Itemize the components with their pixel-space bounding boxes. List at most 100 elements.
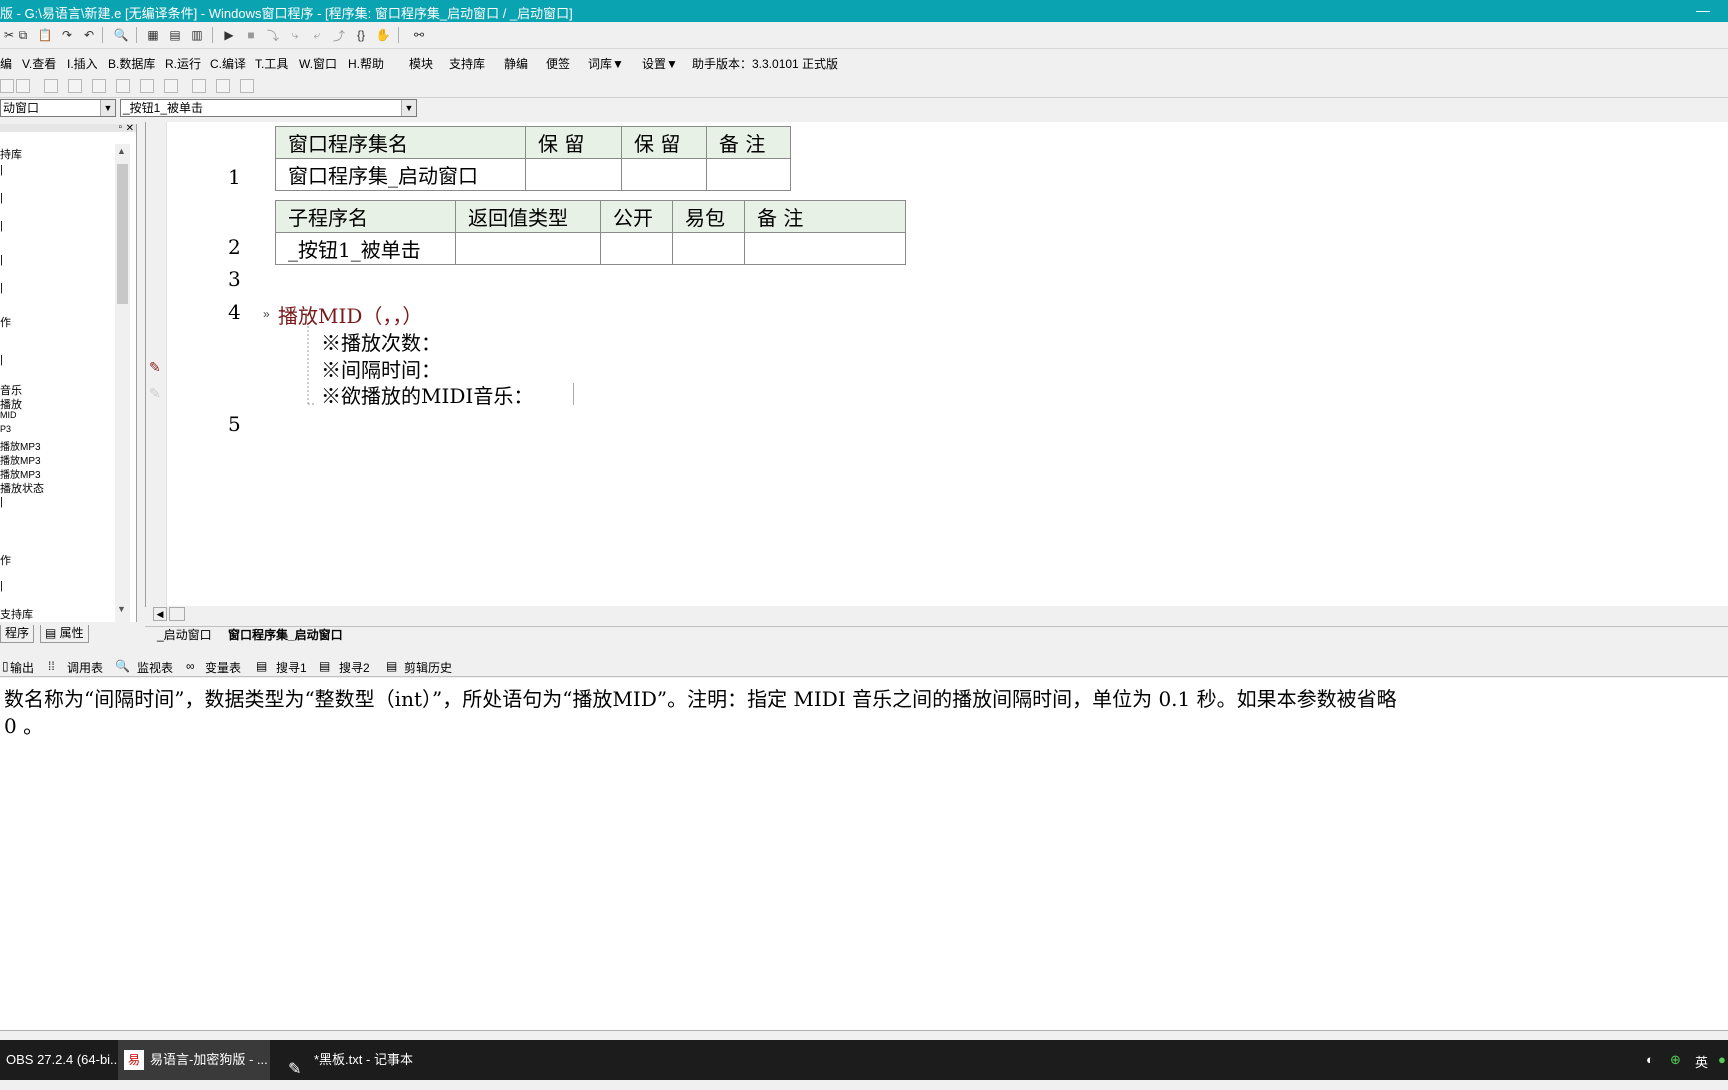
taskbar-item-eyuyan[interactable]: 易 易语言-加密狗版 - ... [118, 1040, 270, 1080]
table-cell[interactable] [672, 232, 745, 265]
size-icon[interactable] [216, 79, 230, 93]
code-statement[interactable]: 播放MID（，，） [278, 300, 422, 329]
scroll-down-icon[interactable]: ▼ [117, 604, 126, 614]
tab-call-table[interactable]: 调用表 [67, 659, 103, 676]
tab-search2[interactable]: 搜寻2 [339, 659, 370, 676]
run-icon[interactable]: ▶ [220, 26, 238, 44]
tree-item[interactable]: 播放MP3 [0, 466, 41, 481]
tray-status-icon[interactable]: ● [1718, 1052, 1726, 1067]
scroll-up-icon[interactable]: ▲ [117, 146, 126, 156]
param-line[interactable]: ※欲播放的MIDI音乐： [321, 380, 533, 409]
minimize-button[interactable]: — [1696, 2, 1710, 18]
table-cell[interactable] [455, 232, 601, 265]
menu-view[interactable]: V.查看 [22, 55, 56, 72]
table-cell[interactable] [600, 232, 673, 265]
layout1-icon[interactable]: ▦ [144, 26, 162, 44]
tab-startup-window[interactable]: _启动窗口 [151, 628, 218, 643]
param-line[interactable]: ※间隔时间： [321, 354, 441, 383]
menu-help[interactable]: H.帮助 [348, 55, 384, 72]
menu-module[interactable]: 模块 [409, 55, 433, 72]
tray-app-icon[interactable]: ◐ [1646, 1052, 1654, 1067]
table-cell[interactable] [706, 158, 791, 191]
menu-tools[interactable]: T.工具 [255, 55, 288, 72]
tab-output[interactable]: 输出 [10, 659, 34, 676]
tree-item[interactable]: 作 [0, 314, 11, 330]
taskbar-item-obs[interactable]: OBS 27.2.4 (64-bi... [0, 1040, 121, 1080]
size-icon[interactable] [192, 79, 206, 93]
tree-item[interactable]: 播放状态 [0, 480, 44, 496]
scroll-thumb[interactable] [117, 164, 128, 304]
menu-compile[interactable]: C.编译 [210, 55, 246, 72]
menu-settings[interactable]: 设置▼ [642, 55, 678, 72]
tree-item[interactable]: 播放MP3 [0, 452, 41, 467]
tab-variables[interactable]: 变量表 [205, 659, 241, 676]
hand-icon[interactable]: ✋ [374, 26, 392, 44]
menu-database[interactable]: B.数据库 [108, 55, 155, 72]
tab-clip-history[interactable]: 剪辑历史 [404, 659, 452, 676]
align-icon[interactable] [116, 79, 130, 93]
align-icon[interactable] [92, 79, 106, 93]
stop-icon[interactable]: ■ [242, 26, 260, 44]
tab-search1[interactable]: 搜寻1 [276, 659, 307, 676]
menu-window[interactable]: W.窗口 [299, 55, 337, 72]
taskbar-item-notepad[interactable]: ✎ *黑板.txt - 记事本 [282, 1040, 432, 1080]
layout2-icon[interactable]: ▤ [166, 26, 184, 44]
tree-item[interactable]: MID [0, 410, 17, 420]
table-cell[interactable] [744, 232, 906, 265]
window-select[interactable]: 动窗口 ▼ [0, 99, 116, 117]
tab-assembly[interactable]: 窗口程序集_启动窗口 [222, 628, 349, 643]
align-icon[interactable] [0, 79, 14, 93]
step3-icon[interactable]: ⤶ [308, 26, 326, 44]
scroll-left-icon[interactable]: ◀ [153, 607, 167, 621]
binoculars-icon[interactable]: ⚯ [410, 26, 428, 44]
tab-watch[interactable]: 监视表 [137, 659, 173, 676]
menu-support-lib[interactable]: 支持库 [449, 55, 485, 72]
tree-item[interactable]: P3 [0, 424, 11, 434]
scroll-thumb[interactable] [169, 607, 185, 621]
tab-program[interactable]: 程序 [0, 625, 35, 643]
editor-hscroll[interactable]: ◀ [151, 606, 1728, 622]
chevron-down-icon[interactable]: ▼ [401, 100, 416, 116]
table-cell[interactable]: 窗口程序集_启动窗口 [275, 158, 526, 191]
paste-icon[interactable]: 📋 [36, 26, 54, 44]
copy-icon[interactable]: ⧉ [14, 26, 32, 44]
align-icon[interactable] [68, 79, 82, 93]
table-cell[interactable] [525, 158, 622, 191]
restore-icon[interactable]: ▫ [118, 122, 122, 133]
left-scrollbar[interactable]: ▲ ▼ [115, 144, 130, 744]
align-icon[interactable] [140, 79, 154, 93]
redo-icon[interactable]: ↷ [58, 26, 76, 44]
ime-indicator[interactable]: 英 [1695, 1052, 1708, 1071]
table-cell[interactable]: _按钮1_被单击 [275, 232, 456, 265]
expand-marker-icon[interactable]: » [263, 307, 270, 321]
tree-item[interactable]: 支持库 [0, 606, 33, 622]
tab-properties[interactable]: ▤ 属性 [40, 625, 89, 643]
menu-run[interactable]: R.运行 [165, 55, 201, 72]
step4-icon[interactable]: ⤴ [330, 26, 348, 44]
code-editor[interactable]: ✎ ✎ 1 2 3 4 5 窗口程序集名 保 留 保 留 备 注 窗口程序集_启… [145, 122, 1728, 607]
event-select[interactable]: _按钮1_被单击 ▼ [120, 99, 417, 117]
tray-add-icon[interactable]: ⊕ [1670, 1052, 1681, 1068]
param-line[interactable]: ※播放次数： [321, 327, 441, 356]
output-panel[interactable]: 数名称为“间隔时间”，数据类型为“整数型（int）”，所处语句为“播放MID”。… [0, 678, 1728, 1030]
close-icon[interactable]: ✕ [126, 123, 134, 134]
step1-icon[interactable]: ⤵ [264, 26, 282, 44]
align-icon[interactable] [44, 79, 58, 93]
menu-notes[interactable]: 便签 [546, 55, 570, 72]
menu-insert[interactable]: I.插入 [67, 55, 98, 72]
size-icon[interactable] [240, 79, 254, 93]
tree-item[interactable]: 持库 [0, 146, 22, 162]
menu-edit[interactable]: 编 [0, 55, 12, 72]
align-icon[interactable] [16, 79, 30, 93]
align-icon[interactable] [164, 79, 178, 93]
find-icon[interactable]: 🔍 [112, 26, 130, 44]
undo-icon[interactable]: ↶ [80, 26, 98, 44]
tree-item[interactable]: 播放MP3 [0, 438, 41, 453]
menu-static[interactable]: 静编 [504, 55, 528, 72]
braces-icon[interactable]: {} [352, 26, 370, 44]
table-cell[interactable] [621, 158, 707, 191]
menu-lexicon[interactable]: 词库▼ [588, 55, 624, 72]
tree-item[interactable]: 作 [0, 552, 11, 568]
layout3-icon[interactable]: ▥ [188, 26, 206, 44]
chevron-down-icon[interactable]: ▼ [100, 100, 115, 116]
